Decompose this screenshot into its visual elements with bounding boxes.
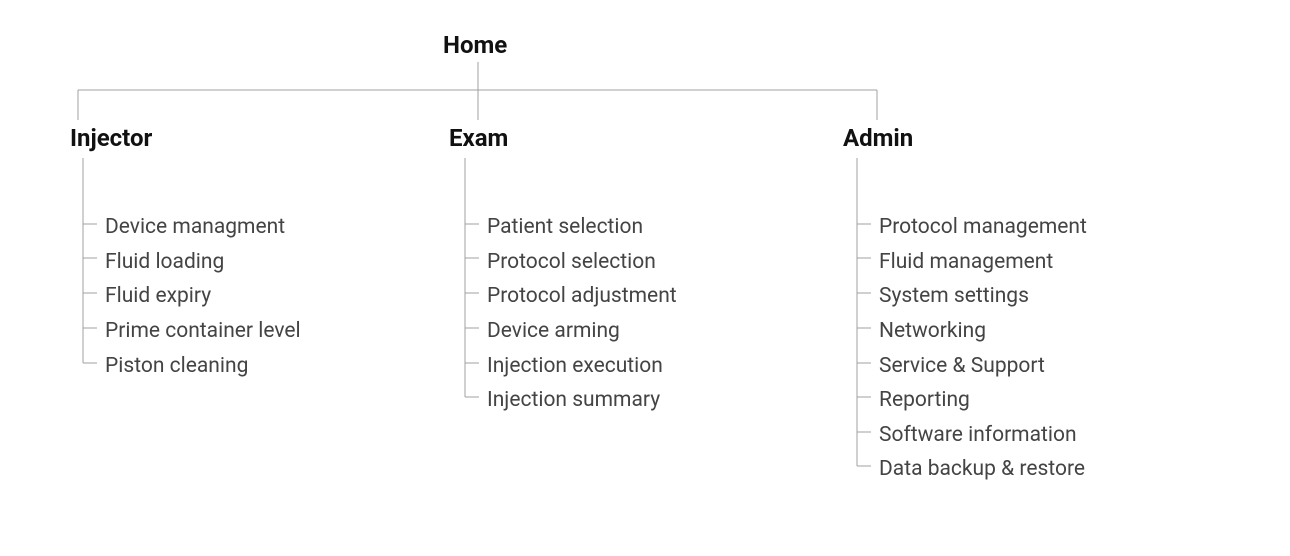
branch-label-injector: Injector <box>70 124 152 152</box>
tree-item: Protocol management <box>879 210 1087 245</box>
tree-item: Device managment <box>105 210 301 245</box>
branch-items-admin: Protocol management Fluid management Sys… <box>879 210 1087 487</box>
tree-item: Fluid expiry <box>105 279 301 314</box>
tree-item: Protocol adjustment <box>487 279 677 314</box>
tree-item: Reporting <box>879 383 1087 418</box>
branch-label-admin: Admin <box>843 124 913 152</box>
tree-item: Prime container level <box>105 314 301 349</box>
tree-item: Protocol selection <box>487 245 677 280</box>
tree-item: System settings <box>879 279 1087 314</box>
tree-item: Fluid management <box>879 245 1087 280</box>
tree-item: Software information <box>879 418 1087 453</box>
tree-item: Piston cleaning <box>105 349 301 384</box>
tree-item: Injection summary <box>487 383 677 418</box>
tree-item: Data backup & restore <box>879 452 1087 487</box>
tree-item: Device arming <box>487 314 677 349</box>
tree-root-label: Home <box>443 31 507 59</box>
tree-item: Fluid loading <box>105 245 301 280</box>
tree-item: Service & Support <box>879 349 1087 384</box>
branch-label-exam: Exam <box>449 124 508 152</box>
tree-item: Patient selection <box>487 210 677 245</box>
tree-item: Networking <box>879 314 1087 349</box>
branch-items-exam: Patient selection Protocol selection Pro… <box>487 210 677 418</box>
branch-items-injector: Device managment Fluid loading Fluid exp… <box>105 210 301 383</box>
tree-item: Injection execution <box>487 349 677 384</box>
